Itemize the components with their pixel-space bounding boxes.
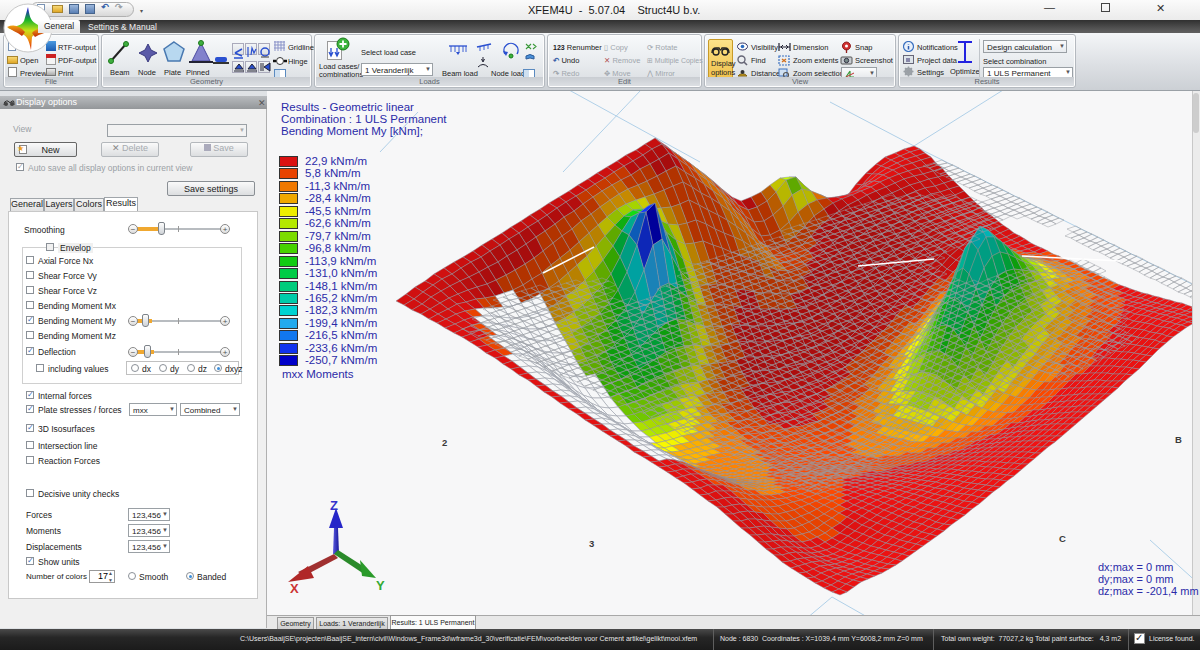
svg-text:Y: Y [376,578,385,593]
svg-text:X: X [290,581,299,596]
svg-text:Z: Z [330,498,338,513]
